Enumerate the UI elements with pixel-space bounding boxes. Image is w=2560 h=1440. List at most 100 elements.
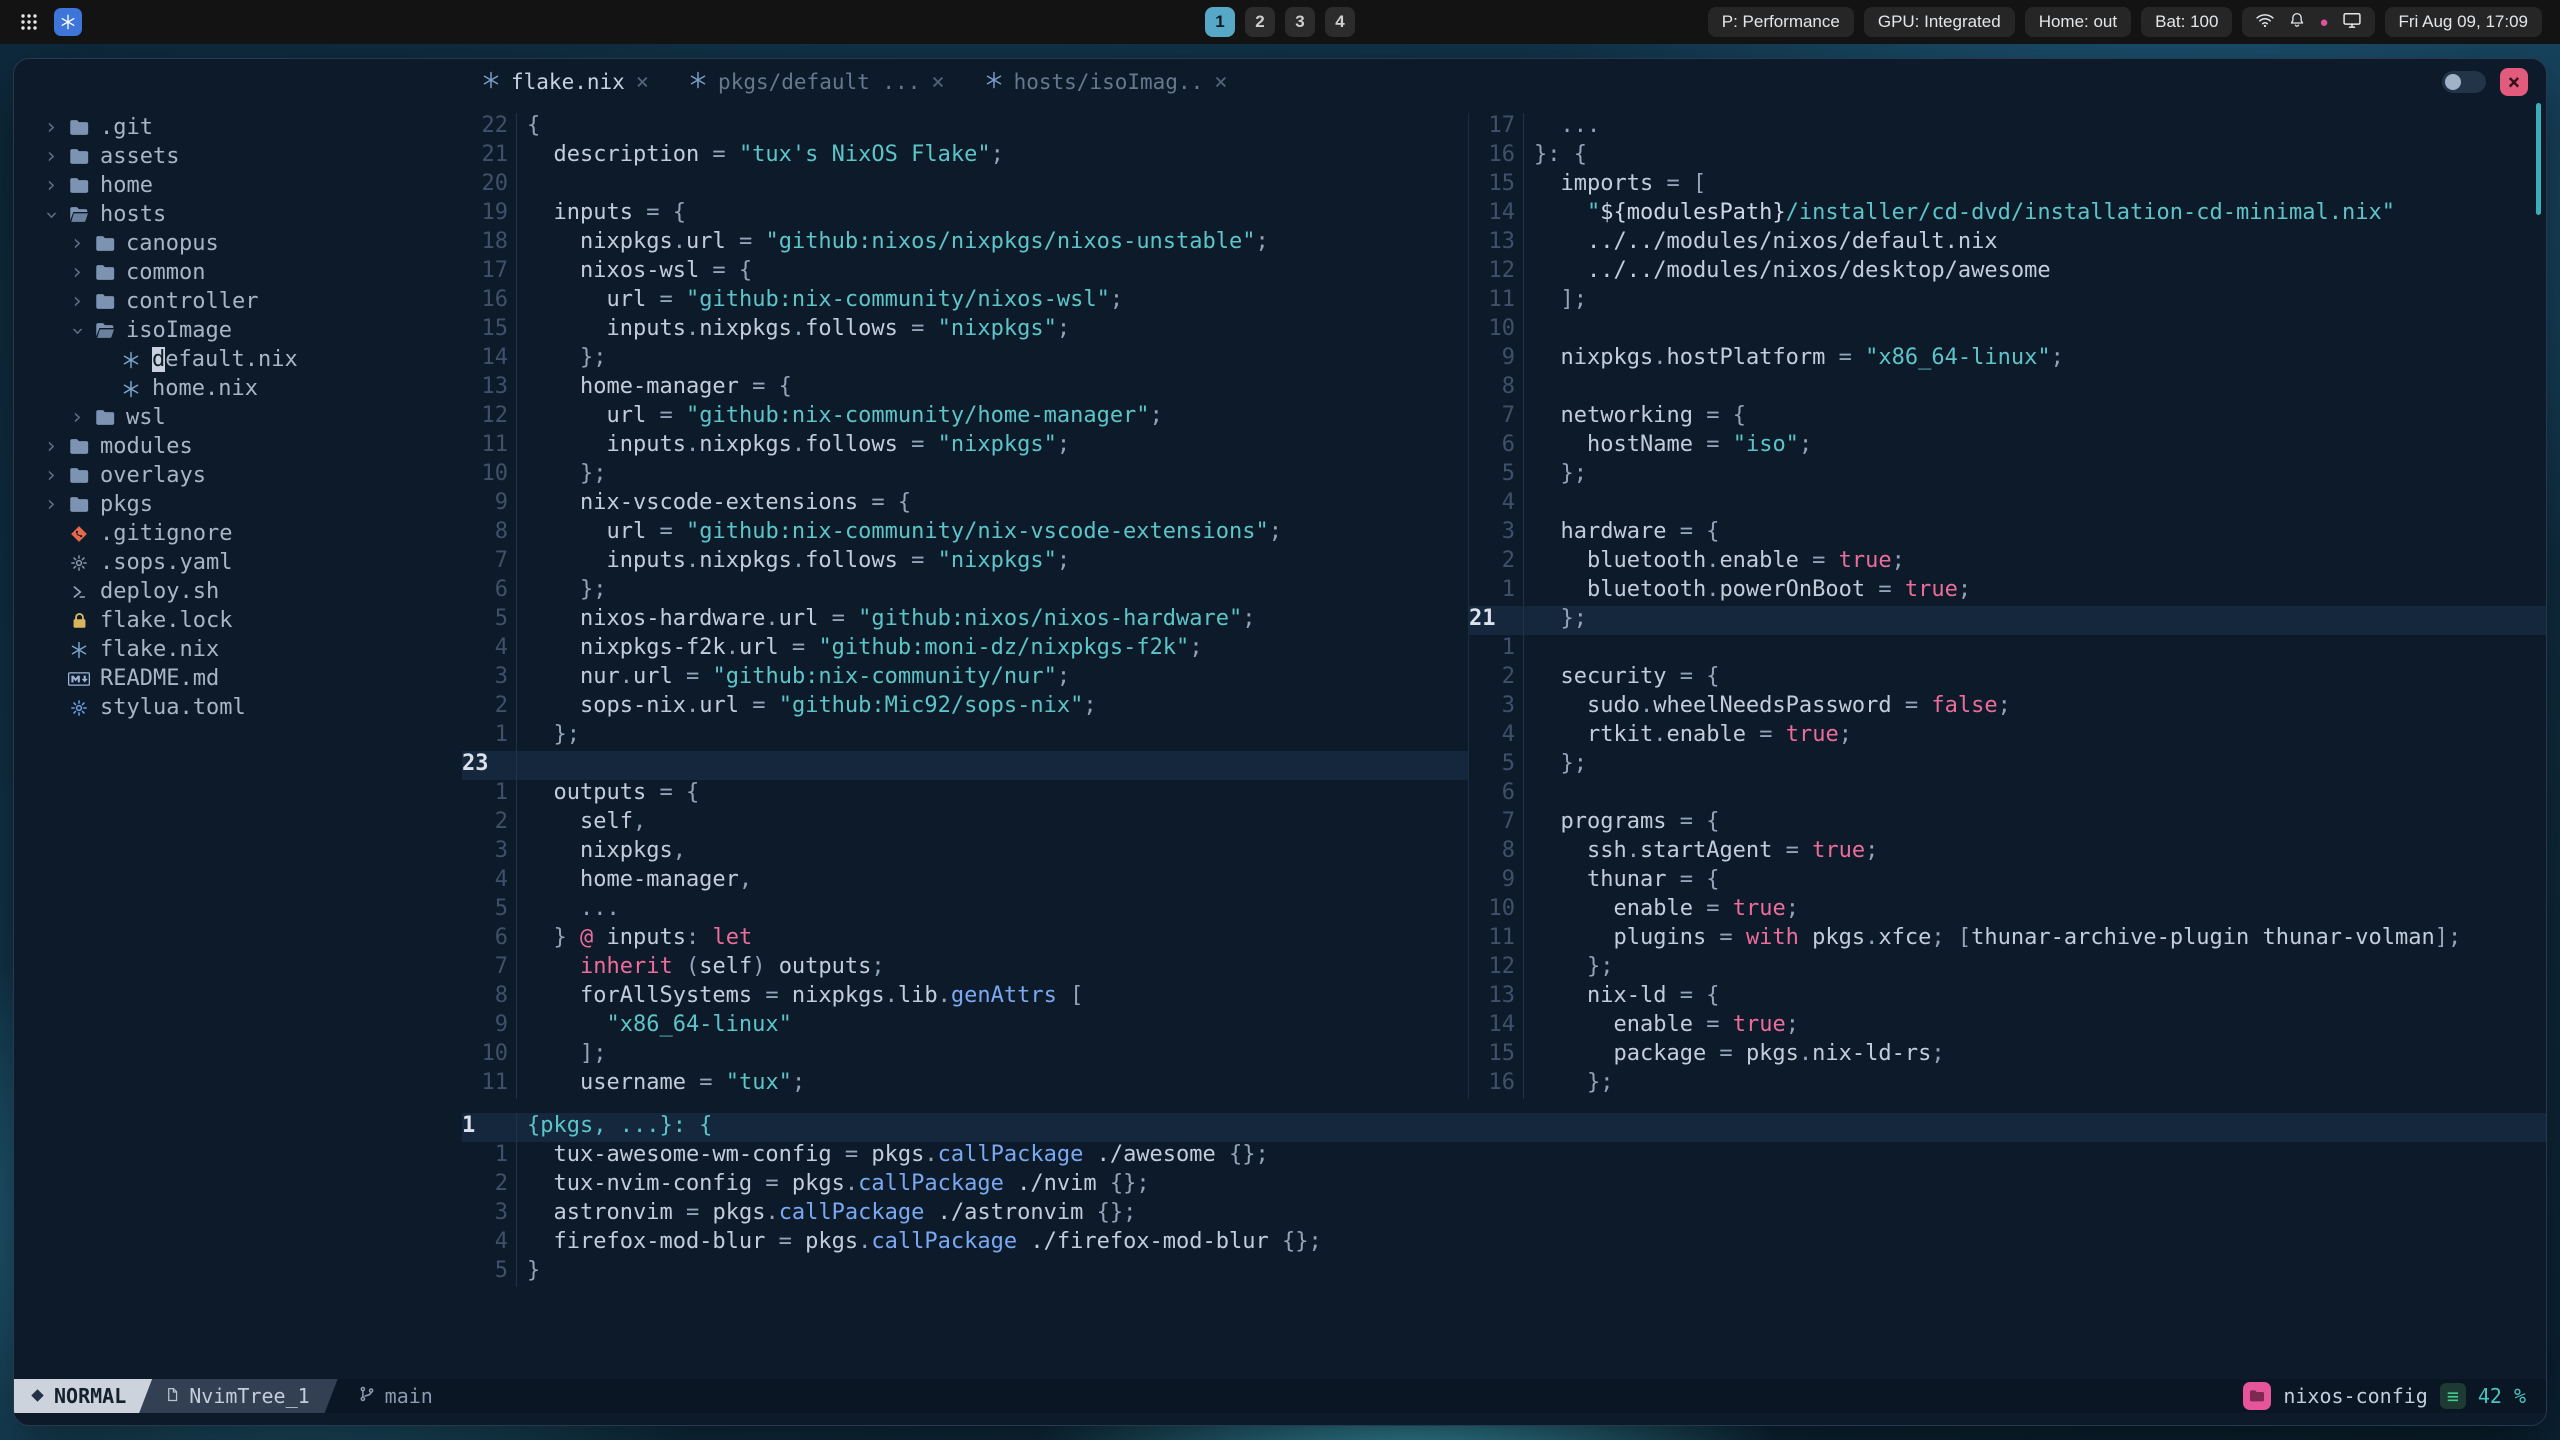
code-line[interactable]: 21 }; xyxy=(1469,606,2546,635)
code-line[interactable]: 14 enable = true; xyxy=(1469,1012,2546,1041)
code-line[interactable]: 16 url = "github:nix-community/nixos-wsl… xyxy=(462,287,1468,316)
code-line[interactable]: 10 enable = true; xyxy=(1469,896,2546,925)
tree-item-common[interactable]: › common xyxy=(14,258,462,287)
tree-item-assets[interactable]: › assets xyxy=(14,142,462,171)
code-line[interactable]: 1 outputs = { xyxy=(462,780,1468,809)
code-line[interactable]: 4 nixpkgs-f2k.url = "github:moni-dz/nixp… xyxy=(462,635,1468,664)
tree-item-isoImage[interactable]: › isoImage xyxy=(14,316,462,345)
tree-item-flake-nix[interactable]: flake.nix xyxy=(14,635,462,664)
code-line[interactable]: 10 ]; xyxy=(462,1041,1468,1070)
code-line[interactable]: 1 bluetooth.powerOnBoot = true; xyxy=(1469,577,2546,606)
nix-logo-icon[interactable] xyxy=(54,8,82,36)
code-line[interactable]: 4 home-manager, xyxy=(462,867,1468,896)
record-dot-icon[interactable]: ● xyxy=(2319,15,2328,30)
code-line[interactable]: 3 nur.url = "github:nix-community/nur"; xyxy=(462,664,1468,693)
scrollbar[interactable] xyxy=(2536,103,2541,215)
code-line[interactable]: 5 }; xyxy=(1469,461,2546,490)
tree-item-overlays[interactable]: › overlays xyxy=(14,461,462,490)
code-line[interactable]: 12 url = "github:nix-community/home-mana… xyxy=(462,403,1468,432)
chevron-icon[interactable]: › xyxy=(38,116,64,139)
status-item[interactable]: GPU: Integrated xyxy=(1863,7,2015,37)
code-line[interactable]: 8 ssh.startAgent = true; xyxy=(1469,838,2546,867)
chevron-icon[interactable]: › xyxy=(39,202,64,228)
tree-item-deploy-sh[interactable]: deploy.sh xyxy=(14,577,462,606)
status-item[interactable]: Home: out xyxy=(2024,7,2132,37)
code-line[interactable]: 9 "x86_64-linux" xyxy=(462,1012,1468,1041)
code-line[interactable]: 14 "${modulesPath}/installer/cd-dvd/inst… xyxy=(1469,200,2546,229)
clock[interactable]: Fri Aug 09, 17:09 xyxy=(2384,7,2542,37)
code-line[interactable]: 9 nixpkgs.hostPlatform = "x86_64-linux"; xyxy=(1469,345,2546,374)
tree-item--git[interactable]: › .git xyxy=(14,113,462,142)
tree-item--sops-yaml[interactable]: .sops.yaml xyxy=(14,548,462,577)
chevron-icon[interactable]: › xyxy=(38,493,64,516)
code-line[interactable]: 1 xyxy=(1469,635,2546,664)
code-line[interactable]: 6 xyxy=(1469,780,2546,809)
tab-pkgs-default-[interactable]: pkgs/default ... × xyxy=(669,59,965,105)
code-line[interactable]: 5 }; xyxy=(1469,751,2546,780)
code-line[interactable]: 2 sops-nix.url = "github:Mic92/sops-nix"… xyxy=(462,693,1468,722)
tab-close-icon[interactable]: × xyxy=(636,70,649,95)
code-line[interactable]: 9 thunar = { xyxy=(1469,867,2546,896)
code-line[interactable]: 19 inputs = { xyxy=(462,200,1468,229)
tree-item-home[interactable]: › home xyxy=(14,171,462,200)
code-line[interactable]: 3 sudo.wheelNeedsPassword = false; xyxy=(1469,693,2546,722)
chevron-icon[interactable]: › xyxy=(64,232,90,255)
tree-item-README-md[interactable]: README.md xyxy=(14,664,462,693)
code-line[interactable]: 10 }; xyxy=(462,461,1468,490)
code-line[interactable]: 1 {pkgs, ...}: { xyxy=(462,1113,2546,1142)
tree-item-modules[interactable]: › modules xyxy=(14,432,462,461)
code-line[interactable]: 13 ../../modules/nixos/default.nix xyxy=(1469,229,2546,258)
code-line[interactable]: 15 inputs.nixpkgs.follows = "nixpkgs"; xyxy=(462,316,1468,345)
tab-flake-nix[interactable]: flake.nix × xyxy=(462,59,669,105)
tree-item-wsl[interactable]: › wsl xyxy=(14,403,462,432)
code-line[interactable]: 3 hardware = { xyxy=(1469,519,2546,548)
code-line[interactable]: 7 networking = { xyxy=(1469,403,2546,432)
code-line[interactable]: 11 username = "tux"; xyxy=(462,1070,1468,1099)
chevron-icon[interactable]: › xyxy=(38,145,64,168)
code-line[interactable]: 3 nixpkgs, xyxy=(462,838,1468,867)
code-line[interactable]: 6 }; xyxy=(462,577,1468,606)
apps-grid-icon[interactable] xyxy=(20,13,38,31)
code-line[interactable]: 6 hostName = "iso"; xyxy=(1469,432,2546,461)
code-line[interactable]: 23 xyxy=(462,751,1468,780)
display-icon[interactable] xyxy=(2342,10,2362,35)
code-line[interactable]: 14 }; xyxy=(462,345,1468,374)
wifi-icon[interactable] xyxy=(2255,10,2275,35)
chevron-icon[interactable]: › xyxy=(38,174,64,197)
tab-close-icon[interactable]: × xyxy=(1214,70,1227,95)
code-line[interactable]: 5 nixos-hardware.url = "github:nixos/nix… xyxy=(462,606,1468,635)
workspace-button-3[interactable]: 3 xyxy=(1285,7,1315,37)
tree-item-home-nix[interactable]: home.nix xyxy=(14,374,462,403)
code-line[interactable]: 13 home-manager = { xyxy=(462,374,1468,403)
git-branch[interactable]: main xyxy=(358,1384,433,1408)
code-line[interactable]: 5} xyxy=(462,1258,2546,1287)
tree-item-flake-lock[interactable]: flake.lock xyxy=(14,606,462,635)
code-line[interactable]: 10 xyxy=(1469,316,2546,345)
code-line[interactable]: 15 package = pkgs.nix-ld-rs; xyxy=(1469,1041,2546,1070)
code-line[interactable]: 2 tux-nvim-config = pkgs.callPackage ./n… xyxy=(462,1171,2546,1200)
code-line[interactable]: 13 nix-ld = { xyxy=(1469,983,2546,1012)
code-line[interactable]: 17 nixos-wsl = { xyxy=(462,258,1468,287)
code-line[interactable]: 7 programs = { xyxy=(1469,809,2546,838)
code-line[interactable]: 7 inputs.nixpkgs.follows = "nixpkgs"; xyxy=(462,548,1468,577)
code-line[interactable]: 18 nixpkgs.url = "github:nixos/nixpkgs/n… xyxy=(462,229,1468,258)
chevron-icon[interactable]: › xyxy=(38,435,64,458)
window-close-button[interactable]: × xyxy=(2500,68,2528,96)
chevron-icon[interactable]: › xyxy=(65,318,90,344)
code-line[interactable]: 12 ../../modules/nixos/desktop/awesome xyxy=(1469,258,2546,287)
code-line[interactable]: 20 xyxy=(462,171,1468,200)
code-line[interactable]: 11 ]; xyxy=(1469,287,2546,316)
tab-hosts-isoImag-[interactable]: hosts/isoImag.. × xyxy=(965,59,1248,105)
code-line[interactable]: 2 bluetooth.enable = true; xyxy=(1469,548,2546,577)
code-line[interactable]: 4 xyxy=(1469,490,2546,519)
code-line[interactable]: 11 inputs.nixpkgs.follows = "nixpkgs"; xyxy=(462,432,1468,461)
chevron-icon[interactable]: › xyxy=(64,261,90,284)
tree-item-hosts[interactable]: › hosts xyxy=(14,200,462,229)
status-item[interactable]: Bat: 100 xyxy=(2141,7,2233,37)
chevron-icon[interactable]: › xyxy=(38,464,64,487)
code-line[interactable]: 7 inherit (self) outputs; xyxy=(462,954,1468,983)
workspace-button-2[interactable]: 2 xyxy=(1245,7,1275,37)
workspace-button-4[interactable]: 4 xyxy=(1325,7,1355,37)
code-line[interactable]: 3 astronvim = pkgs.callPackage ./astronv… xyxy=(462,1200,2546,1229)
tree-item-stylua-toml[interactable]: stylua.toml xyxy=(14,693,462,722)
